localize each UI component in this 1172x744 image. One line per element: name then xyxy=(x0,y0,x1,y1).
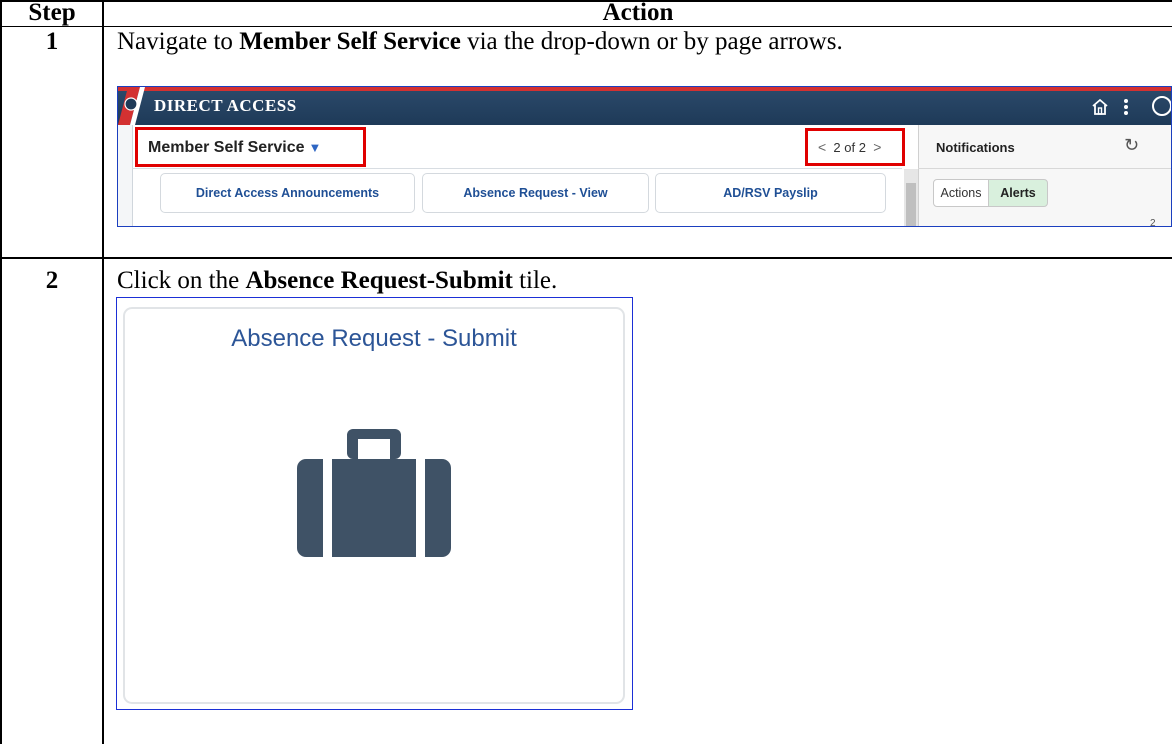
step-instruction: Click on the Absence Request-Submit tile… xyxy=(117,267,557,295)
absence-tile-screenshot: Absence Request - Submit xyxy=(116,297,633,710)
tab-alerts[interactable]: Alerts xyxy=(988,179,1048,207)
tab-actions[interactable]: Actions xyxy=(933,179,989,207)
home-icon[interactable] xyxy=(1090,97,1110,117)
alerts-count-text: 2 Ale xyxy=(1150,218,1156,227)
instruction-emphasis: Member Self Service xyxy=(239,28,461,55)
instruction-emphasis: Absence Request-Submit xyxy=(245,267,513,294)
header-divider xyxy=(132,168,902,169)
tab-label: Actions xyxy=(940,186,982,200)
step-instruction: Navigate to Member Self Service via the … xyxy=(117,28,843,56)
instruction-text: tile. xyxy=(512,267,558,294)
instruction-text: via the drop-down or by page arrows. xyxy=(460,28,843,55)
tab-label: Alerts xyxy=(1000,186,1036,200)
header-action: Action xyxy=(602,0,674,26)
table-border-left xyxy=(0,0,2,744)
tile-direct-access-announcements[interactable]: Direct Access Announcements xyxy=(160,173,415,213)
header-step: Step xyxy=(28,0,76,26)
instruction-text: Navigate to xyxy=(117,28,240,55)
tile-title: Absence Request - Submit xyxy=(231,325,517,352)
tile-ad-rsv-payslip[interactable]: AD/RSV Payslip xyxy=(655,173,886,213)
tile-absence-request-view[interactable]: Absence Request - View xyxy=(422,173,649,213)
tile-label: Absence Request - View xyxy=(463,186,608,200)
instruction-text: Click on the xyxy=(117,267,246,294)
briefcase-icon xyxy=(297,429,451,557)
notifications-divider xyxy=(918,168,1171,169)
row-separator xyxy=(0,257,1172,259)
kebab-menu-icon[interactable] xyxy=(1122,97,1130,117)
vertical-scrollbar[interactable] xyxy=(904,169,918,226)
step-number: 2 xyxy=(45,267,59,294)
highlight-box-pager xyxy=(805,128,905,166)
refresh-icon[interactable]: ↻ xyxy=(1124,135,1139,156)
coast-guard-logo-icon xyxy=(118,87,145,125)
tile-label: AD/RSV Payslip xyxy=(723,186,818,200)
scrollbar-thumb[interactable] xyxy=(906,183,916,226)
tile-label: Direct Access Announcements xyxy=(195,186,380,200)
column-separator xyxy=(102,0,104,744)
highlight-box-page-selector xyxy=(135,127,366,167)
absence-request-submit-tile[interactable]: Absence Request - Submit xyxy=(123,307,625,704)
app-title: DIRECT ACCESS xyxy=(154,96,297,115)
direct-access-screenshot: DIRECT ACCESS Member Self Service ▼ < 2 o… xyxy=(117,86,1172,227)
navbar-icon[interactable] xyxy=(1150,94,1172,118)
header-accent-line xyxy=(118,87,1171,91)
notifications-title: Notifications xyxy=(936,140,1015,155)
step-number: 1 xyxy=(45,28,59,55)
